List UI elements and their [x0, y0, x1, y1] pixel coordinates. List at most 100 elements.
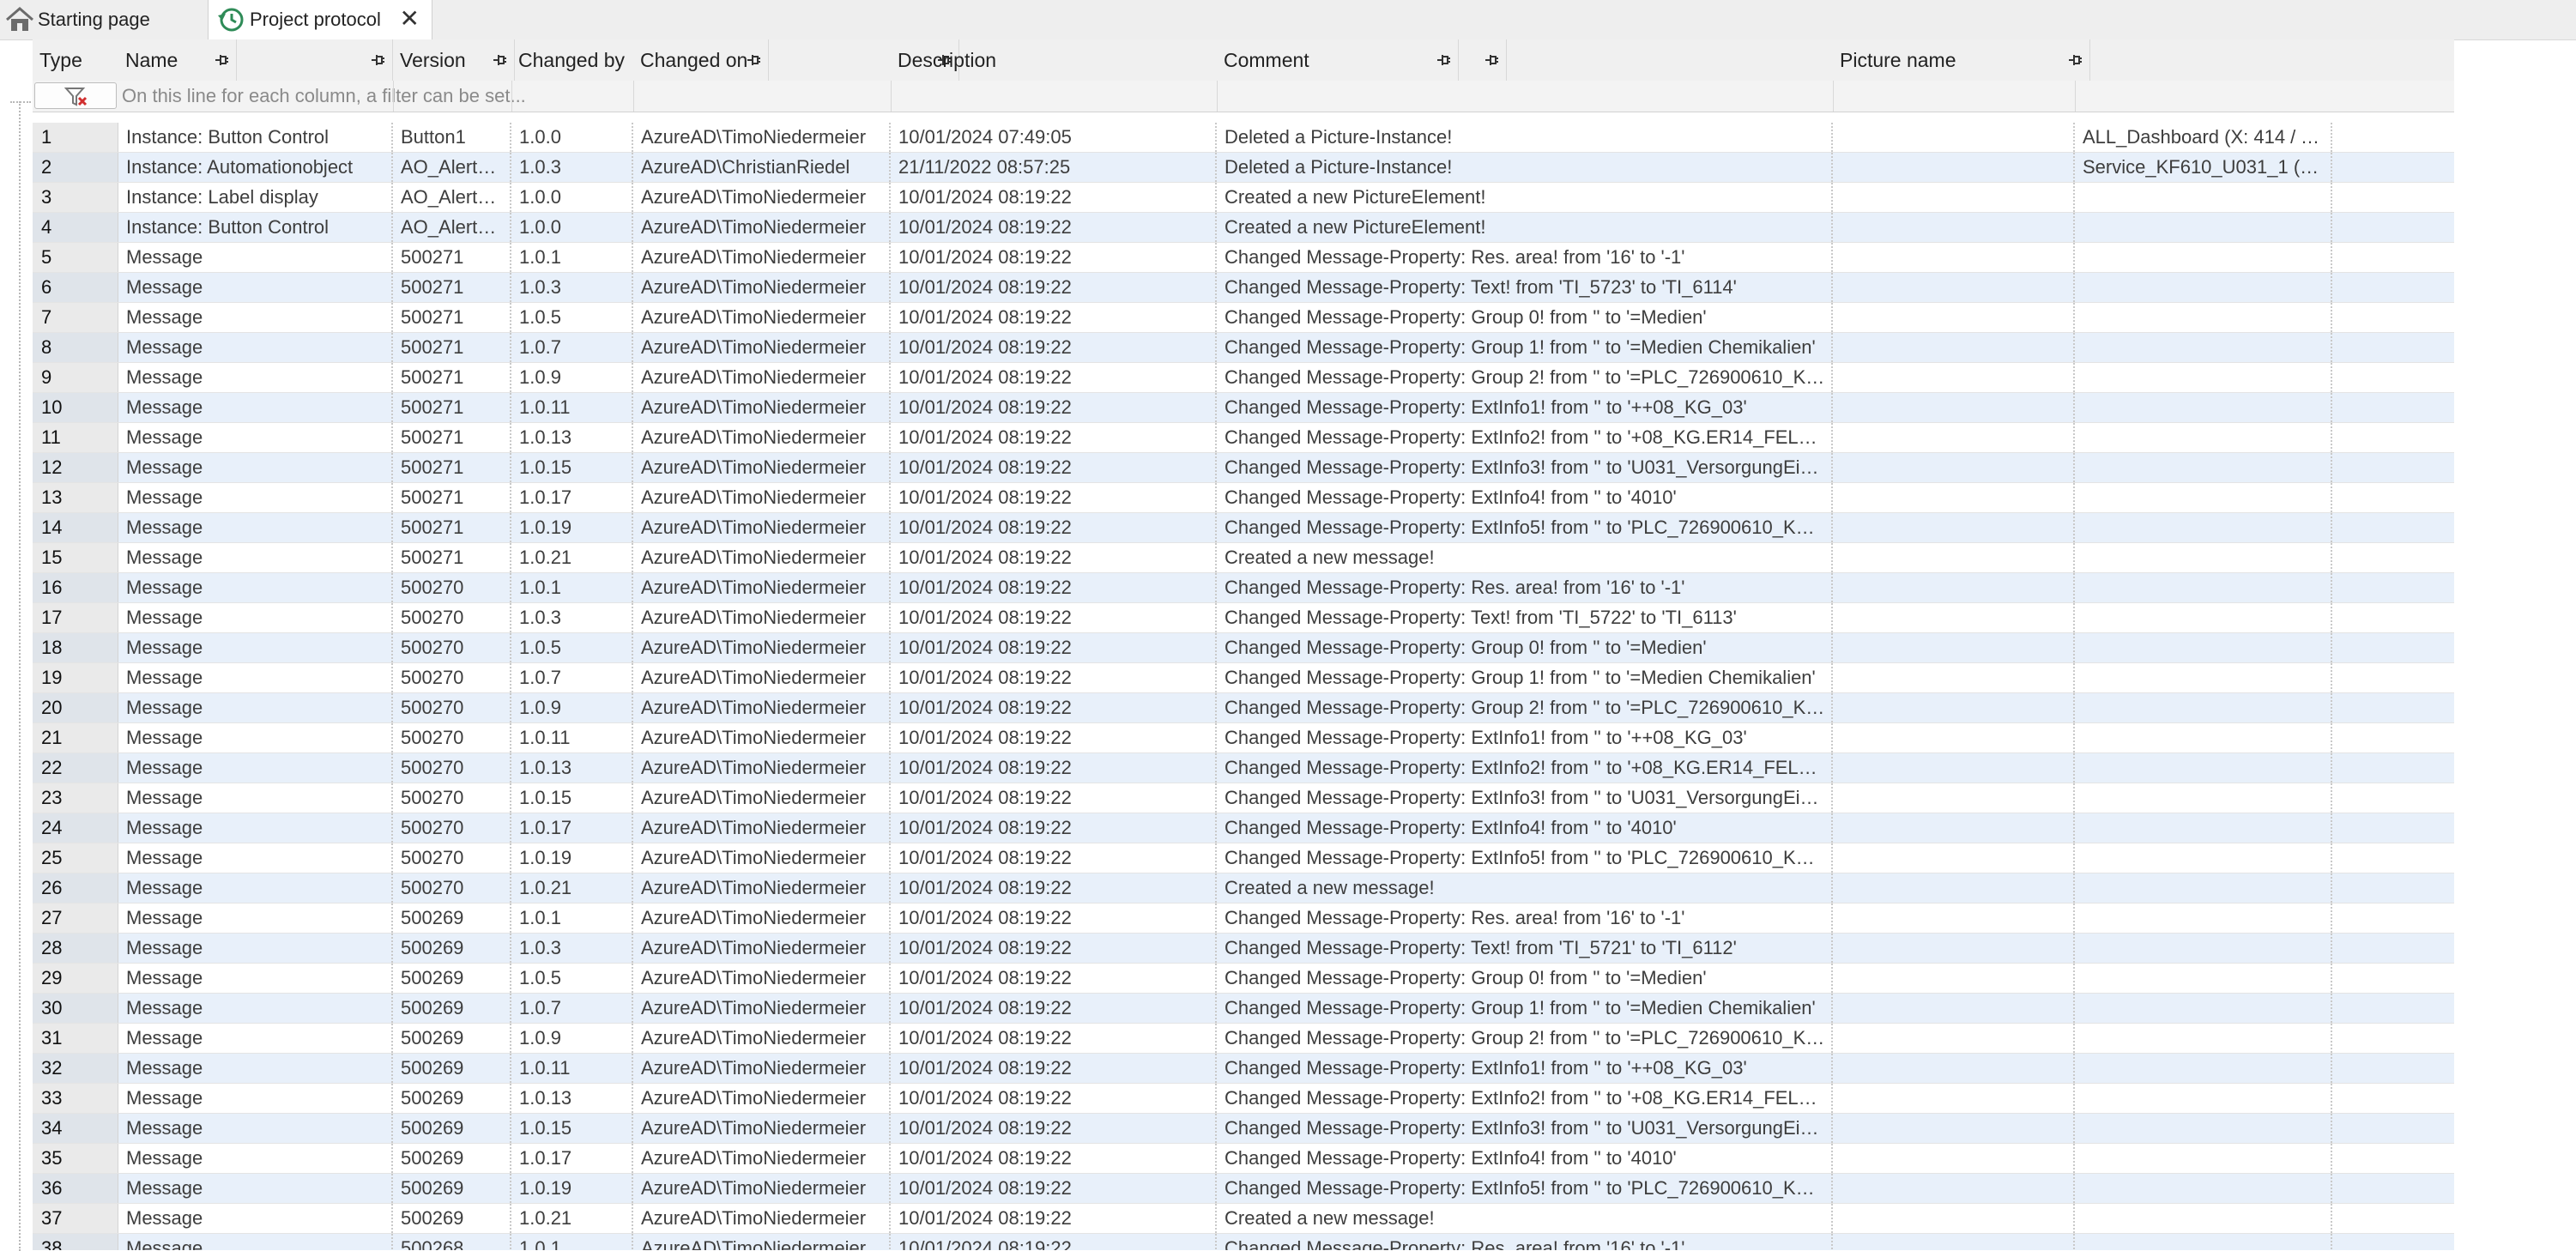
cell-desc: Deleted a Picture-Instance! — [1217, 153, 1833, 182]
cell-name: Button1 — [393, 123, 511, 152]
cell-on: 10/01/2024 08:19:22 — [891, 1054, 1217, 1083]
cell-by: AzureAD\TimoNiedermeier — [633, 934, 891, 963]
cell-comment — [1833, 1174, 2075, 1203]
table-row[interactable]: 33 Message 500269 1.0.13 AzureAD\TimoNiederm… — [33, 1084, 2454, 1114]
table-row[interactable]: 5 Message 500271 1.0.1 AzureAD\TimoNiedermei… — [33, 243, 2454, 273]
cell-on: 10/01/2024 08:19:22 — [891, 904, 1217, 933]
table-row[interactable]: 9 Message 500271 1.0.9 AzureAD\TimoNiedermei… — [33, 363, 2454, 393]
filter-cell-divider — [393, 81, 394, 112]
table-row[interactable]: 7 Message 500271 1.0.5 AzureAD\TimoNiedermei… — [33, 303, 2454, 333]
table-row[interactable]: 4Instance: Button ControlAO_Alert_OpenPi… — [33, 213, 2454, 243]
cell-name: 500270 — [393, 783, 511, 813]
table-row[interactable]: 11 Message 500271 1.0.13 AzureAD\TimoNiederm… — [33, 423, 2454, 453]
cell-comment — [1833, 453, 2075, 482]
cell-by: AzureAD\ChristianRiedel — [633, 153, 891, 182]
table-row[interactable]: 21 Message 500270 1.0.11 AzureAD\TimoNiederm… — [33, 723, 2454, 753]
cell-type: Message — [118, 243, 393, 272]
column-header-comment[interactable]: Comment — [1217, 39, 1459, 81]
pin-icon[interactable] — [492, 51, 507, 70]
filter-row[interactable]: On this line for each column, a filter c… — [33, 81, 2454, 112]
cell-desc: Changed Message-Property: Group 1! from … — [1217, 333, 1833, 362]
table-row[interactable]: 38 Message 500268 1.0.1 AzureAD\TimoNiederme… — [33, 1234, 2454, 1250]
cell-desc: Deleted a Picture-Instance! — [1217, 123, 1833, 152]
table-row[interactable]: 12 Message 500271 1.0.15 AzureAD\TimoNiederm… — [33, 453, 2454, 483]
table-row[interactable]: 16 Message 500270 1.0.1 AzureAD\TimoNiederme… — [33, 573, 2454, 603]
column-header-name[interactable]: Name — [118, 39, 237, 81]
table-row[interactable]: 26 Message 500270 1.0.21 AzureAD\TimoNiederm… — [33, 873, 2454, 904]
pin-icon[interactable] — [370, 51, 385, 70]
pin-icon[interactable] — [214, 51, 229, 70]
table-row[interactable]: 20 Message 500270 1.0.9 AzureAD\TimoNiederme… — [33, 693, 2454, 723]
filter-cell-divider — [1833, 81, 1834, 112]
pin-icon[interactable] — [1436, 51, 1451, 70]
cell-on: 10/01/2024 08:19:22 — [891, 213, 1217, 242]
table-row[interactable]: 29 Message 500269 1.0.5 AzureAD\TimoNiederme… — [33, 964, 2454, 994]
close-icon[interactable]: ✕ — [400, 6, 420, 32]
table-row[interactable]: 22 Message 500270 1.0.13 AzureAD\TimoNiederm… — [33, 753, 2454, 783]
row-number: 6 — [33, 273, 118, 302]
cell-by: AzureAD\TimoNiedermeier — [633, 1054, 891, 1083]
cell-comment — [1833, 273, 2075, 302]
table-row[interactable]: 23 Message 500270 1.0.15 AzureAD\TimoNiederm… — [33, 783, 2454, 813]
table-row[interactable]: 25 Message 500270 1.0.19 AzureAD\TimoNiederm… — [33, 843, 2454, 873]
filter-cell-divider — [1217, 81, 1218, 112]
cell-comment — [1833, 1084, 2075, 1113]
cell-version: 1.0.3 — [511, 273, 633, 302]
column-header-label: Changed on — [640, 48, 748, 71]
cell-name: 500270 — [393, 573, 511, 602]
cell-desc: Changed Message-Property: Text! from 'TI… — [1217, 603, 1833, 632]
table-row[interactable]: 18 Message 500270 1.0.5 AzureAD\TimoNiederme… — [33, 633, 2454, 663]
table-row[interactable]: 2Instance: AutomationobjectAO_Alert_KF0_… — [33, 153, 2454, 183]
table-row[interactable]: 35 Message 500269 1.0.17 AzureAD\TimoNiederm… — [33, 1144, 2454, 1174]
table-row[interactable]: 34 Message 500269 1.0.15 AzureAD\TimoNiederm… — [33, 1114, 2454, 1144]
cell-version: 1.0.7 — [511, 333, 633, 362]
table-row[interactable]: 15 Message 500271 1.0.21 AzureAD\TimoNiederm… — [33, 543, 2454, 573]
table-row[interactable]: 36 Message 500269 1.0.19 AzureAD\TimoNiederm… — [33, 1174, 2454, 1204]
tab-starting-page[interactable]: Starting page — [5, 0, 203, 39]
cell-type: Message — [118, 363, 393, 392]
column-header-picture-name[interactable]: Picture name — [1833, 39, 2090, 81]
cell-name: 500270 — [393, 813, 511, 843]
cell-picture — [2075, 453, 2332, 482]
cell-name: 500271 — [393, 333, 511, 362]
tab-project-protocol[interactable]: Project protocol ✕ — [208, 0, 432, 39]
cell-desc: Changed Message-Property: ExtInfo4! from… — [1217, 483, 1833, 512]
cell-name: 500270 — [393, 753, 511, 783]
cell-on: 10/01/2024 08:19:22 — [891, 243, 1217, 272]
table-row[interactable]: 32 Message 500269 1.0.11 AzureAD\TimoNiederm… — [33, 1054, 2454, 1084]
row-number: 18 — [33, 633, 118, 662]
cell-picture — [2075, 904, 2332, 933]
table-row[interactable]: 6 Message 500271 1.0.3 AzureAD\TimoNiedermei… — [33, 273, 2454, 303]
cell-name: 500268 — [393, 1234, 511, 1250]
table-row[interactable]: 27 Message 500269 1.0.1 AzureAD\TimoNiederme… — [33, 904, 2454, 934]
table-row[interactable]: 31 Message 500269 1.0.9 AzureAD\TimoNiederme… — [33, 1024, 2454, 1054]
row-number: 22 — [33, 753, 118, 783]
table-row[interactable]: 1 Instance: Button Control Button1 1.0.0 Azu… — [33, 123, 2454, 153]
table-row[interactable]: 13 Message 500271 1.0.17 AzureAD\TimoNiederm… — [33, 483, 2454, 513]
table-row[interactable]: 19 Message 500270 1.0.7 AzureAD\TimoNiederme… — [33, 663, 2454, 693]
table-row[interactable]: 28 Message 500269 1.0.3 AzureAD\TimoNiederme… — [33, 934, 2454, 964]
cell-picture — [2075, 633, 2332, 662]
cell-comment — [1833, 333, 2075, 362]
table-row[interactable]: 30 Message 500269 1.0.7 AzureAD\TimoNiederme… — [33, 994, 2454, 1024]
table-row[interactable]: 10 Message 500271 1.0.11 AzureAD\TimoNiederm… — [33, 393, 2454, 423]
cell-name: 500271 — [393, 513, 511, 542]
cell-picture — [2075, 994, 2332, 1023]
table-row[interactable]: 14 Message 500271 1.0.19 AzureAD\TimoNiederm… — [33, 513, 2454, 543]
cell-name: AO_Alert_KF0_KF9_KF31_1 — [393, 153, 511, 182]
cell-comment — [1833, 153, 2075, 182]
table-row[interactable]: 37 Message 500269 1.0.21 AzureAD\TimoNiederm… — [33, 1204, 2454, 1234]
row-number: 26 — [33, 873, 118, 903]
cell-type: Message — [118, 723, 393, 752]
column-header-version[interactable]: Version — [393, 39, 515, 81]
row-number: 25 — [33, 843, 118, 873]
table-row[interactable]: 8 Message 500271 1.0.7 AzureAD\TimoNiedermei… — [33, 333, 2454, 363]
table-row[interactable]: 24 Message 500270 1.0.17 AzureAD\TimoNiederm… — [33, 813, 2454, 843]
cell-version: 1.0.17 — [511, 483, 633, 512]
clear-filter-button[interactable] — [34, 82, 117, 109]
table-row[interactable]: 3Instance: Label displayAO_Alert_BMK1.0.… — [33, 183, 2454, 213]
table-row[interactable]: 17 Message 500270 1.0.3 AzureAD\TimoNiederme… — [33, 603, 2454, 633]
pin-icon[interactable] — [2067, 51, 2083, 70]
pin-icon[interactable] — [1484, 51, 1499, 70]
row-number: 15 — [33, 543, 118, 572]
